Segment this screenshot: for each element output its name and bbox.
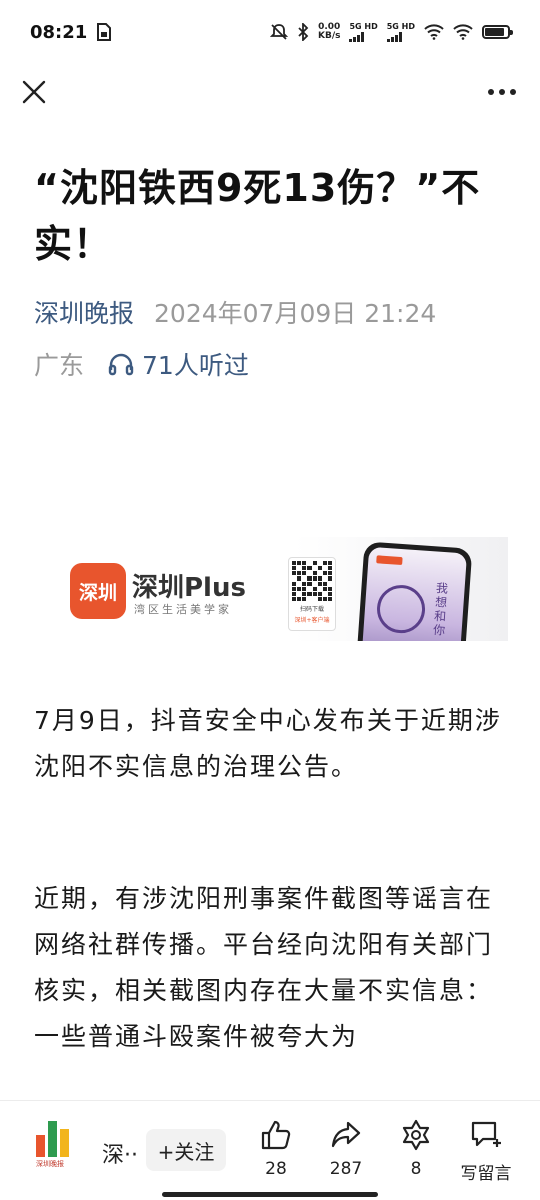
favorite-count: 8 bbox=[410, 1159, 422, 1179]
sim2-label: 5G HD bbox=[386, 21, 415, 31]
home-indicator[interactable] bbox=[162, 1192, 378, 1197]
phone-screen: 我想和你 bbox=[360, 546, 468, 641]
sim2-signal: 5G HD bbox=[386, 21, 415, 42]
qr-caption-2: 深圳+客户端 bbox=[294, 617, 330, 624]
share-button[interactable]: 287 bbox=[316, 1119, 376, 1179]
ferris-wheel-icon bbox=[375, 583, 427, 635]
thumbs-up-icon bbox=[261, 1120, 291, 1150]
paragraph: 近期，有涉沈阳刑事案件截图等谣言在网络社群传播。平台经向沈阳有关部门核实，相关截… bbox=[34, 884, 494, 1051]
phone-tab bbox=[376, 555, 403, 566]
source-account-link[interactable]: 深圳晚报 bbox=[34, 294, 134, 330]
banner-slogan: 湾区生活美学家 bbox=[134, 603, 232, 616]
headphones-icon bbox=[108, 353, 134, 376]
close-icon bbox=[22, 80, 46, 104]
more-icon bbox=[488, 89, 516, 95]
battery-fill bbox=[485, 28, 504, 36]
bluetooth-icon bbox=[297, 23, 309, 41]
status-right: 0.00 KB/s 5G HD 5G HD bbox=[269, 21, 513, 42]
shenzhen-plus-logo: 深圳 bbox=[70, 563, 126, 619]
qr-code: 扫码下载 深圳+客户端 bbox=[288, 557, 336, 631]
article-meta-2: 广东 71人听过 bbox=[34, 346, 249, 382]
article-meta: 深圳晚报 2024年07月09日 21:24 bbox=[34, 294, 436, 330]
bottom-action-bar: 深圳晚报 深·· +关注 28 287 8 写留言 bbox=[0, 1100, 540, 1200]
qr-caption: 扫码下载 bbox=[299, 606, 324, 613]
status-left: 08:21 bbox=[30, 21, 112, 43]
top-nav bbox=[0, 66, 540, 118]
like-count: 28 bbox=[265, 1159, 287, 1179]
comment-label: 写留言 bbox=[460, 1164, 512, 1184]
favorite-button[interactable]: 8 bbox=[386, 1119, 446, 1179]
shenzhen-evening-logo-icon bbox=[36, 1121, 80, 1157]
qr-code-icon bbox=[292, 561, 332, 601]
net-speed: 0.00 KB/s bbox=[318, 23, 340, 41]
status-bar: 08:21 0.00 KB/s 5G HD 5G HD bbox=[0, 0, 540, 64]
mute-icon bbox=[269, 23, 288, 41]
logo-text: 深圳 bbox=[78, 581, 117, 604]
flower-icon bbox=[402, 1119, 430, 1151]
sim1-signal: 5G HD bbox=[349, 21, 378, 42]
logo-caption: 深圳晚报 bbox=[36, 1160, 64, 1168]
listen-button[interactable]: 71人听过 bbox=[108, 346, 249, 382]
comment-button[interactable]: 写留言 bbox=[456, 1119, 516, 1184]
paragraph: 7月9日，抖音安全中心发布关于近期涉沈阳不实信息的治理公告。 bbox=[34, 706, 502, 781]
publish-time: 2024年07月09日 21:24 bbox=[154, 299, 437, 328]
listen-count: 71人听过 bbox=[142, 351, 249, 380]
like-button[interactable]: 28 bbox=[246, 1119, 306, 1179]
sim-card-icon bbox=[97, 23, 112, 41]
battery-icon bbox=[482, 25, 513, 39]
sim1-label: 5G HD bbox=[349, 21, 378, 31]
more-button[interactable] bbox=[486, 76, 518, 108]
follow-button[interactable]: +关注 bbox=[146, 1129, 226, 1171]
close-button[interactable] bbox=[18, 76, 50, 108]
status-time: 08:21 bbox=[30, 21, 88, 43]
signal-bars-icon bbox=[349, 31, 365, 42]
signal-bars-icon bbox=[386, 31, 402, 42]
account-name[interactable]: 深·· bbox=[102, 1137, 138, 1169]
comment-icon bbox=[471, 1121, 501, 1147]
region-label: 广东 bbox=[34, 351, 85, 380]
share-count: 287 bbox=[329, 1159, 363, 1179]
article-title: “沈阳铁西9死13伤？”不实！ bbox=[34, 166, 481, 266]
share-icon bbox=[331, 1121, 361, 1148]
phone-text: 我想和你 bbox=[431, 581, 450, 639]
net-speed-unit: KB/s bbox=[317, 31, 341, 41]
account-avatar[interactable]: 深圳晚报 bbox=[36, 1121, 80, 1169]
phone-mockup: 我想和你 bbox=[355, 541, 473, 641]
promo-banner[interactable]: 深圳 深圳Plus 湾区生活美学家 扫码下载 深圳+客户端 我想和你 bbox=[34, 537, 508, 641]
banner-brand: 深圳Plus bbox=[132, 573, 246, 603]
wifi-icon bbox=[424, 24, 444, 40]
wifi-icon bbox=[453, 24, 473, 40]
